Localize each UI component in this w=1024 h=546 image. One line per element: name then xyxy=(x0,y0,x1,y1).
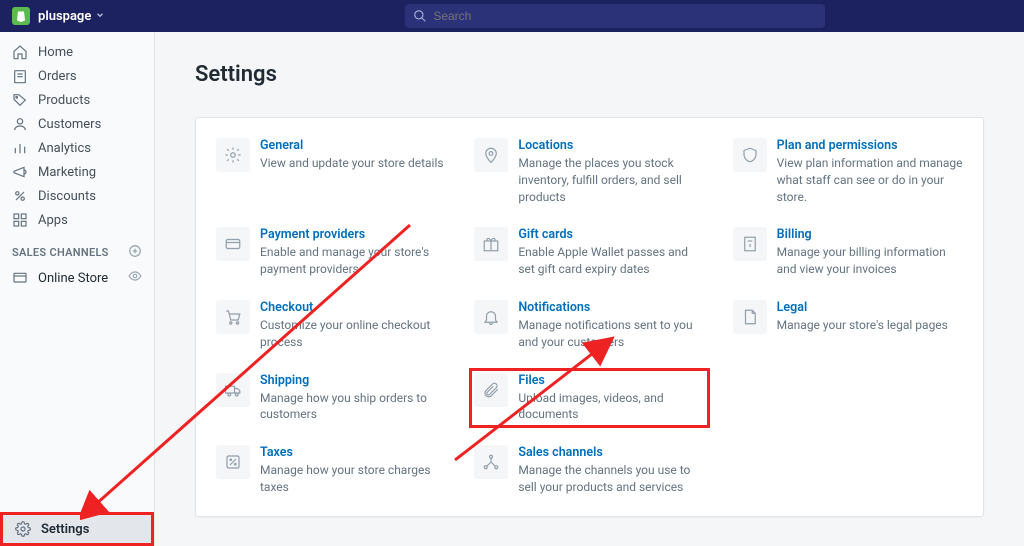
store-name[interactable]: pluspage xyxy=(38,9,91,24)
add-channel-icon[interactable] xyxy=(128,244,142,261)
nav-label: Products xyxy=(38,93,90,108)
tile-shipping[interactable]: Shipping Manage how you ship orders to cu… xyxy=(216,373,446,424)
search-input[interactable] xyxy=(433,9,817,23)
tile-desc: Manage your billing information and view… xyxy=(777,244,963,278)
nav-label: Discounts xyxy=(38,189,96,204)
bell-icon xyxy=(474,300,508,334)
truck-icon xyxy=(216,373,250,407)
nav-label: Online Store xyxy=(38,271,108,286)
nav-customers[interactable]: Customers xyxy=(0,112,154,136)
sales-channels-header: SALES CHANNELS xyxy=(0,232,154,265)
shopify-logo[interactable] xyxy=(12,7,30,25)
tile-giftcards[interactable]: Gift cards Enable Apple Wallet passes and… xyxy=(474,227,704,278)
tile-desc: Enable Apple Wallet passes and set gift … xyxy=(518,244,704,278)
gear-icon xyxy=(216,138,250,172)
tile-payment[interactable]: Payment providers Enable and manage your … xyxy=(216,227,446,278)
nav-products[interactable]: Products xyxy=(0,88,154,112)
nav-discounts[interactable]: Discounts xyxy=(0,184,154,208)
nav-label: Customers xyxy=(38,117,101,132)
page-title: Settings xyxy=(195,62,984,87)
tile-title: General xyxy=(260,138,444,153)
attachment-icon xyxy=(474,373,508,407)
tile-checkout[interactable]: Checkout Customize your online checkout p… xyxy=(216,300,446,351)
nav-label: Orders xyxy=(38,69,77,84)
tile-legal[interactable]: Legal Manage your store's legal pages xyxy=(733,300,963,351)
tile-title: Shipping xyxy=(260,373,446,388)
settings-card: General View and update your store detail… xyxy=(195,117,984,517)
tile-title: Legal xyxy=(777,300,948,315)
tile-desc: Enable and manage your store's payment p… xyxy=(260,244,446,278)
tile-desc: Upload images, videos, and documents xyxy=(518,390,704,424)
nav-label: Apps xyxy=(38,213,68,228)
chevron-down-icon[interactable] xyxy=(95,9,105,24)
channels-icon xyxy=(474,445,508,479)
tile-desc: Manage the channels you use to sell your… xyxy=(518,462,704,496)
tile-desc: View and update your store details xyxy=(260,155,444,172)
tile-desc: Manage how you ship orders to customers xyxy=(260,390,446,424)
settings-label: Settings xyxy=(41,522,89,537)
nav-marketing[interactable]: Marketing xyxy=(0,160,154,184)
tile-title: Locations xyxy=(518,138,704,153)
main-content: Settings General View and update your sto… xyxy=(155,32,1024,546)
tile-general[interactable]: General View and update your store detail… xyxy=(216,138,446,205)
tile-billing[interactable]: Billing Manage your billing information a… xyxy=(733,227,963,278)
tile-title: Plan and permissions xyxy=(777,138,963,153)
search-field[interactable] xyxy=(405,4,825,28)
nav-online-store[interactable]: Online Store xyxy=(0,265,154,291)
tile-desc: Manage your store's legal pages xyxy=(777,317,948,334)
tile-desc: Customize your online checkout process xyxy=(260,317,446,351)
tile-title: Files xyxy=(518,373,704,388)
view-store-icon[interactable] xyxy=(128,269,142,287)
tile-title: Gift cards xyxy=(518,227,704,242)
nav-apps[interactable]: Apps xyxy=(0,208,154,232)
card-icon xyxy=(216,227,250,261)
document-icon xyxy=(733,300,767,334)
nav-analytics[interactable]: Analytics xyxy=(0,136,154,160)
nav-label: Marketing xyxy=(38,165,96,180)
tile-title: Billing xyxy=(777,227,963,242)
tile-desc: Manage the places you stock inventory, f… xyxy=(518,155,704,205)
nav-home[interactable]: Home xyxy=(0,40,154,64)
tile-plan[interactable]: Plan and permissions View plan informatio… xyxy=(733,138,963,205)
tile-locations[interactable]: Locations Manage the places you stock inv… xyxy=(474,138,704,205)
tile-title: Notifications xyxy=(518,300,704,315)
location-icon xyxy=(474,138,508,172)
tile-title: Payment providers xyxy=(260,227,446,242)
channels-label: SALES CHANNELS xyxy=(12,246,109,259)
cart-icon xyxy=(216,300,250,334)
topbar: pluspage xyxy=(0,0,1024,32)
gift-icon xyxy=(474,227,508,261)
tile-taxes[interactable]: Taxes Manage how your store charges taxes xyxy=(216,445,446,496)
tile-title: Taxes xyxy=(260,445,446,460)
tile-desc: Manage how your store charges taxes xyxy=(260,462,446,496)
shield-icon xyxy=(733,138,767,172)
tile-desc: Manage notifications sent to you and you… xyxy=(518,317,704,351)
nav-settings[interactable]: Settings xyxy=(0,512,154,546)
nav-orders[interactable]: Orders xyxy=(0,64,154,88)
sidebar: Home Orders Products Customers Analytics… xyxy=(0,32,155,546)
nav-label: Home xyxy=(38,45,73,60)
search-icon xyxy=(413,9,427,23)
tile-saleschannels[interactable]: Sales channels Manage the channels you us… xyxy=(474,445,704,496)
tile-title: Sales channels xyxy=(518,445,704,460)
percent-icon xyxy=(216,445,250,479)
tile-files[interactable]: Files Upload images, videos, and document… xyxy=(469,368,709,429)
nav-label: Analytics xyxy=(38,141,91,156)
tile-title: Checkout xyxy=(260,300,446,315)
billing-icon xyxy=(733,227,767,261)
tile-desc: View plan information and manage what st… xyxy=(777,155,963,205)
tile-notifications[interactable]: Notifications Manage notifications sent t… xyxy=(474,300,704,351)
